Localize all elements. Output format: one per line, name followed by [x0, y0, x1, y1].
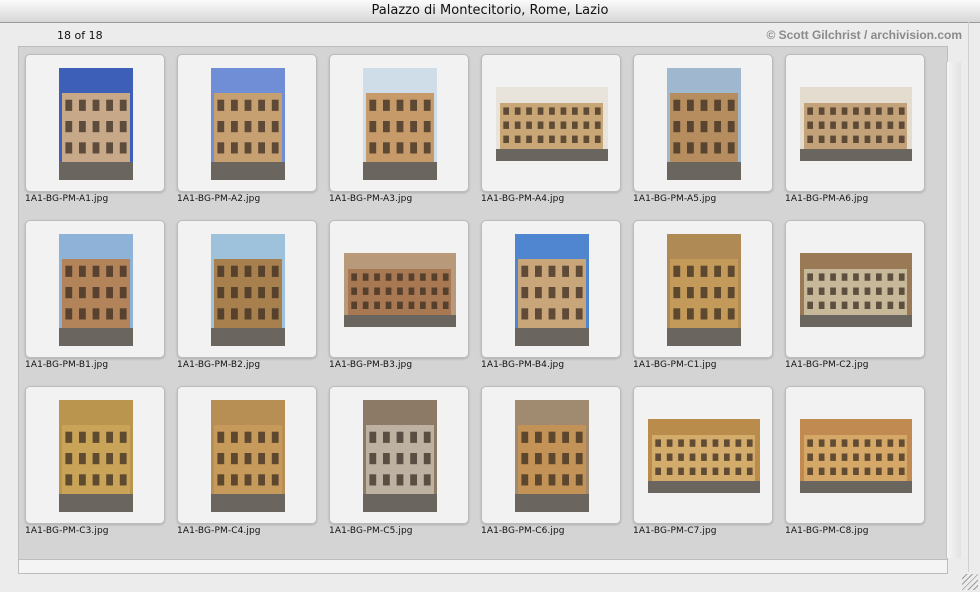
thumbnail-filename: 1A1-BG-PM-C7.jpg — [633, 526, 717, 536]
thumbnail-image[interactable] — [211, 400, 285, 512]
thumbnail-image[interactable] — [648, 419, 760, 493]
thumbnail-filename: 1A1-BG-PM-A1.jpg — [25, 194, 109, 204]
thumbnail-filename: 1A1-BG-PM-B3.jpg — [329, 360, 413, 370]
thumbnail-image[interactable] — [59, 68, 133, 180]
thumbnail-filename: 1A1-BG-PM-C4.jpg — [177, 526, 261, 536]
thumbnail-image[interactable] — [667, 234, 741, 346]
thumbnail-filename: 1A1-BG-PM-C1.jpg — [633, 360, 717, 370]
thumbnail-item[interactable]: 1A1-BG-PM-C1.jpg — [633, 220, 785, 386]
thumbnail-item[interactable]: 1A1-BG-PM-A3.jpg — [329, 54, 481, 220]
thumbnail-filename: 1A1-BG-PM-A2.jpg — [177, 194, 261, 204]
thumbnail-card[interactable] — [177, 54, 317, 192]
thumbnail-item[interactable]: 1A1-BG-PM-A1.jpg — [25, 54, 177, 220]
thumbnail-item[interactable]: 1A1-BG-PM-C4.jpg — [177, 386, 329, 552]
thumbnail-image[interactable] — [800, 253, 912, 327]
thumbnail-image[interactable] — [59, 234, 133, 346]
thumbnail-filename: 1A1-BG-PM-B4.jpg — [481, 360, 565, 370]
thumbnail-item[interactable]: 1A1-BG-PM-A2.jpg — [177, 54, 329, 220]
copyright-credit: © Scott Gilchrist / archivision.com — [766, 28, 962, 42]
thumbnail-card[interactable] — [481, 386, 621, 524]
thumbnail-card[interactable] — [633, 54, 773, 192]
thumbnail-card[interactable] — [633, 220, 773, 358]
thumbnail-image[interactable] — [800, 419, 912, 493]
thumbnail-filename: 1A1-BG-PM-A6.jpg — [785, 194, 869, 204]
thumbnail-image[interactable] — [211, 68, 285, 180]
thumbnail-filename: 1A1-BG-PM-B2.jpg — [177, 360, 261, 370]
thumbnail-image[interactable] — [59, 400, 133, 512]
thumbnail-filename: 1A1-BG-PM-A5.jpg — [633, 194, 717, 204]
thumbnail-image[interactable] — [344, 253, 456, 327]
thumbnail-grid: 1A1-BG-PM-A1.jpg 1A1-BG-PM-A2.jpg 1A1-BG-P… — [18, 46, 948, 560]
thumbnail-image[interactable] — [363, 68, 437, 180]
thumbnail-item[interactable]: 1A1-BG-PM-C6.jpg — [481, 386, 633, 552]
thumbnail-item[interactable]: 1A1-BG-PM-A6.jpg — [785, 54, 937, 220]
thumbnail-filename: 1A1-BG-PM-C8.jpg — [785, 526, 869, 536]
thumbnail-filename: 1A1-BG-PM-B1.jpg — [25, 360, 109, 370]
thumbnail-item[interactable]: 1A1-BG-PM-B4.jpg — [481, 220, 633, 386]
thumbnail-image[interactable] — [211, 234, 285, 346]
thumbnail-item[interactable]: 1A1-BG-PM-C8.jpg — [785, 386, 937, 552]
thumbnail-image[interactable] — [515, 400, 589, 512]
vertical-scrollbar[interactable] — [946, 62, 961, 558]
thumbnail-card[interactable] — [177, 386, 317, 524]
thumbnail-card[interactable] — [481, 54, 621, 192]
thumbnail-item[interactable]: 1A1-BG-PM-B2.jpg — [177, 220, 329, 386]
horizontal-scrollbar[interactable] — [18, 559, 948, 574]
window-edge — [968, 22, 969, 572]
thumbnail-card[interactable] — [481, 220, 621, 358]
thumbnail-item[interactable]: 1A1-BG-PM-C3.jpg — [25, 386, 177, 552]
thumbnail-filename: 1A1-BG-PM-C3.jpg — [25, 526, 109, 536]
window-title: Palazzo di Montecitorio, Rome, Lazio — [371, 3, 609, 18]
thumbnail-card[interactable] — [329, 220, 469, 358]
thumbnail-item[interactable]: 1A1-BG-PM-C2.jpg — [785, 220, 937, 386]
thumbnail-image[interactable] — [363, 400, 437, 512]
image-count: 18 of 18 — [57, 29, 103, 42]
thumbnail-filename: 1A1-BG-PM-C5.jpg — [329, 526, 413, 536]
thumbnail-image[interactable] — [800, 87, 912, 161]
thumbnail-image[interactable] — [667, 68, 741, 180]
thumbnail-card[interactable] — [25, 386, 165, 524]
thumbnail-item[interactable]: 1A1-BG-PM-A5.jpg — [633, 54, 785, 220]
window-title-bar[interactable]: Palazzo di Montecitorio, Rome, Lazio — [0, 0, 980, 23]
thumbnail-card[interactable] — [25, 220, 165, 358]
thumbnail-item[interactable]: 1A1-BG-PM-C5.jpg — [329, 386, 481, 552]
thumbnail-item[interactable]: 1A1-BG-PM-A4.jpg — [481, 54, 633, 220]
thumbnail-card[interactable] — [329, 386, 469, 524]
thumbnail-card[interactable] — [633, 386, 773, 524]
thumbnail-filename: 1A1-BG-PM-A4.jpg — [481, 194, 565, 204]
thumbnail-image[interactable] — [515, 234, 589, 346]
thumbnail-card[interactable] — [25, 54, 165, 192]
thumbnail-card[interactable] — [785, 220, 925, 358]
thumbnail-image[interactable] — [496, 87, 608, 161]
thumbnail-filename: 1A1-BG-PM-A3.jpg — [329, 194, 413, 204]
thumbnail-filename: 1A1-BG-PM-C2.jpg — [785, 360, 869, 370]
thumbnail-card[interactable] — [785, 386, 925, 524]
resize-grip-icon[interactable] — [962, 574, 978, 590]
thumbnail-card[interactable] — [785, 54, 925, 192]
thumbnail-item[interactable]: 1A1-BG-PM-B3.jpg — [329, 220, 481, 386]
thumbnail-filename: 1A1-BG-PM-C6.jpg — [481, 526, 565, 536]
thumbnail-card[interactable] — [177, 220, 317, 358]
thumbnail-item[interactable]: 1A1-BG-PM-B1.jpg — [25, 220, 177, 386]
thumbnail-item[interactable]: 1A1-BG-PM-C7.jpg — [633, 386, 785, 552]
thumbnail-card[interactable] — [329, 54, 469, 192]
